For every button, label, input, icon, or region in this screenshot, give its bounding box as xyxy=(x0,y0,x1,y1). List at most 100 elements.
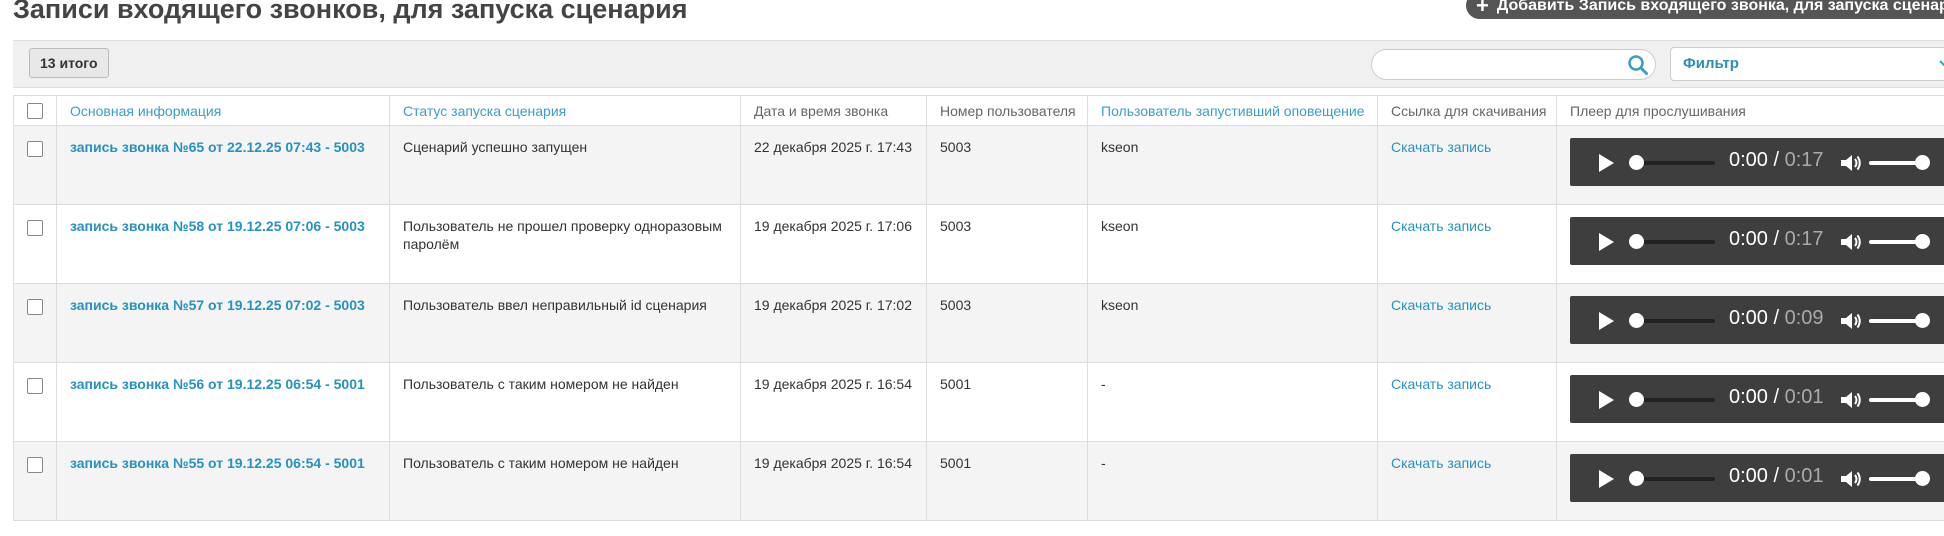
column-header-user-number: Номер пользователя xyxy=(926,95,1088,126)
user-number-cell: 5001 xyxy=(926,441,1088,521)
main-info-cell: запись звонка №65 от 22.12.25 07:43 - 50… xyxy=(56,125,390,205)
play-icon[interactable] xyxy=(1599,391,1614,409)
play-icon[interactable] xyxy=(1599,154,1614,172)
progress-slider-thumb[interactable] xyxy=(1629,155,1644,170)
duration: 0:09 xyxy=(1784,307,1824,329)
column-header-download: Ссылка для скачивания xyxy=(1377,95,1557,126)
audio-player: 0:00 / 0:01 xyxy=(1570,454,1944,502)
progress-slider-thumb[interactable] xyxy=(1629,313,1644,328)
row-checkbox[interactable] xyxy=(27,141,43,158)
row-checkbox[interactable] xyxy=(27,299,43,316)
status-cell: Пользователь с таким номером не найден xyxy=(389,362,741,442)
datetime-cell: 19 декабря 2025 г. 17:06 xyxy=(740,204,927,284)
user-number-cell: 5001 xyxy=(926,362,1088,442)
total-count-button[interactable]: 13 итого xyxy=(29,48,109,78)
column-header-player: Плеер для прослушивания xyxy=(1556,95,1944,126)
record-link[interactable]: запись звонка №58 от 19.12.25 07:06 - 50… xyxy=(70,218,365,234)
current-time: 0:00 xyxy=(1729,307,1768,329)
column-header-notifying-user[interactable]: Пользователь запустивший оповещение xyxy=(1087,95,1378,126)
volume-slider-thumb[interactable] xyxy=(1915,155,1930,170)
download-cell: Скачать запись xyxy=(1377,204,1557,284)
progress-slider-thumb[interactable] xyxy=(1629,234,1644,249)
current-time: 0:00 xyxy=(1729,149,1768,171)
status-cell: Пользователь ввел неправильный id сценар… xyxy=(389,283,741,363)
datetime-cell: 19 декабря 2025 г. 16:54 xyxy=(740,441,927,521)
play-icon[interactable] xyxy=(1599,233,1614,251)
record-link[interactable]: запись звонка №55 от 19.12.25 06:54 - 50… xyxy=(70,455,365,471)
volume-icon[interactable] xyxy=(1840,469,1862,489)
volume-icon[interactable] xyxy=(1840,232,1862,252)
volume-icon[interactable] xyxy=(1840,153,1862,173)
notifying-user-cell: - xyxy=(1087,362,1378,442)
download-link[interactable]: Скачать запись xyxy=(1391,376,1491,392)
play-icon[interactable] xyxy=(1599,470,1614,488)
search-icon[interactable] xyxy=(1627,54,1649,76)
column-header-main-info[interactable]: Основная информация xyxy=(56,95,390,126)
player-cell: 0:00 / 0:17 xyxy=(1556,204,1944,284)
notifying-user-cell: kseon xyxy=(1087,204,1378,284)
time-display: 0:00 / 0:01 xyxy=(1729,386,1824,408)
duration: 0:17 xyxy=(1784,228,1824,250)
progress-slider-thumb[interactable] xyxy=(1629,471,1644,486)
download-link[interactable]: Скачать запись xyxy=(1391,218,1491,234)
column-header-status[interactable]: Статус запуска сценария xyxy=(389,95,741,126)
table-row: запись звонка №65 от 22.12.25 07:43 - 50… xyxy=(13,125,1944,205)
row-select-cell xyxy=(13,441,57,521)
download-link[interactable]: Скачать запись xyxy=(1391,139,1491,155)
page-title: Записи входящего звонков, для запуска сц… xyxy=(13,0,688,24)
notifying-user-cell: kseon xyxy=(1087,283,1378,363)
plus-icon: + xyxy=(1476,0,1489,18)
datetime-cell: 19 декабря 2025 г. 16:54 xyxy=(740,362,927,442)
volume-slider-thumb[interactable] xyxy=(1915,313,1930,328)
record-link[interactable]: запись звонка №65 от 22.12.25 07:43 - 50… xyxy=(70,139,365,155)
play-icon[interactable] xyxy=(1599,312,1614,330)
filter-select-label: Фильтр xyxy=(1683,55,1739,72)
notifying-user-cell: kseon xyxy=(1087,125,1378,205)
row-checkbox[interactable] xyxy=(27,220,43,237)
filter-select[interactable]: Фильтр xyxy=(1670,47,1944,81)
table-row: запись звонка №56 от 19.12.25 06:54 - 50… xyxy=(13,362,1944,442)
select-all-checkbox[interactable] xyxy=(27,103,43,120)
row-checkbox[interactable] xyxy=(27,457,43,474)
audio-player: 0:00 / 0:17 xyxy=(1570,138,1944,186)
row-select-cell xyxy=(13,204,57,284)
time-display: 0:00 / 0:17 xyxy=(1729,149,1824,171)
table-row: запись звонка №55 от 19.12.25 06:54 - 50… xyxy=(13,441,1944,521)
download-cell: Скачать запись xyxy=(1377,441,1557,521)
row-select-cell xyxy=(13,362,57,442)
main-info-cell: запись звонка №56 от 19.12.25 06:54 - 50… xyxy=(56,362,390,442)
download-cell: Скачать запись xyxy=(1377,125,1557,205)
datetime-cell: 22 декабря 2025 г. 17:43 xyxy=(740,125,927,205)
search-input[interactable] xyxy=(1384,54,1618,77)
volume-icon[interactable] xyxy=(1840,311,1862,331)
search-box xyxy=(1371,49,1656,80)
status-cell: Пользователь с таким номером не найден xyxy=(389,441,741,521)
current-time: 0:00 xyxy=(1729,228,1768,250)
record-link[interactable]: запись звонка №57 от 19.12.25 07:02 - 50… xyxy=(70,297,365,313)
table-row: запись звонка №58 от 19.12.25 07:06 - 50… xyxy=(13,204,1944,284)
volume-slider-thumb[interactable] xyxy=(1915,392,1930,407)
audio-player: 0:00 / 0:09 xyxy=(1570,296,1944,344)
download-cell: Скачать запись xyxy=(1377,283,1557,363)
table-row: запись звонка №57 от 19.12.25 07:02 - 50… xyxy=(13,283,1944,363)
duration: 0:01 xyxy=(1784,465,1824,487)
select-all-cell xyxy=(13,95,57,126)
download-link[interactable]: Скачать запись xyxy=(1391,297,1491,313)
volume-slider-thumb[interactable] xyxy=(1915,471,1930,486)
table-body: запись звонка №65 от 22.12.25 07:43 - 50… xyxy=(13,125,1944,521)
volume-slider-thumb[interactable] xyxy=(1915,234,1930,249)
progress-slider-thumb[interactable] xyxy=(1629,392,1644,407)
time-display: 0:00 / 0:09 xyxy=(1729,307,1824,329)
record-link[interactable]: запись звонка №56 от 19.12.25 06:54 - 50… xyxy=(70,376,365,392)
main-info-cell: запись звонка №57 от 19.12.25 07:02 - 50… xyxy=(56,283,390,363)
datetime-cell: 19 декабря 2025 г. 17:02 xyxy=(740,283,927,363)
volume-icon[interactable] xyxy=(1840,390,1862,410)
toolbar: 13 итого Фильтр xyxy=(13,40,1944,88)
player-cell: 0:00 / 0:17 xyxy=(1556,125,1944,205)
add-record-button[interactable]: + Добавить Запись входящего звонка, для … xyxy=(1466,0,1944,19)
user-number-cell: 5003 xyxy=(926,125,1088,205)
row-checkbox[interactable] xyxy=(27,378,43,395)
duration: 0:17 xyxy=(1784,149,1824,171)
download-link[interactable]: Скачать запись xyxy=(1391,455,1491,471)
user-number-cell: 5003 xyxy=(926,204,1088,284)
